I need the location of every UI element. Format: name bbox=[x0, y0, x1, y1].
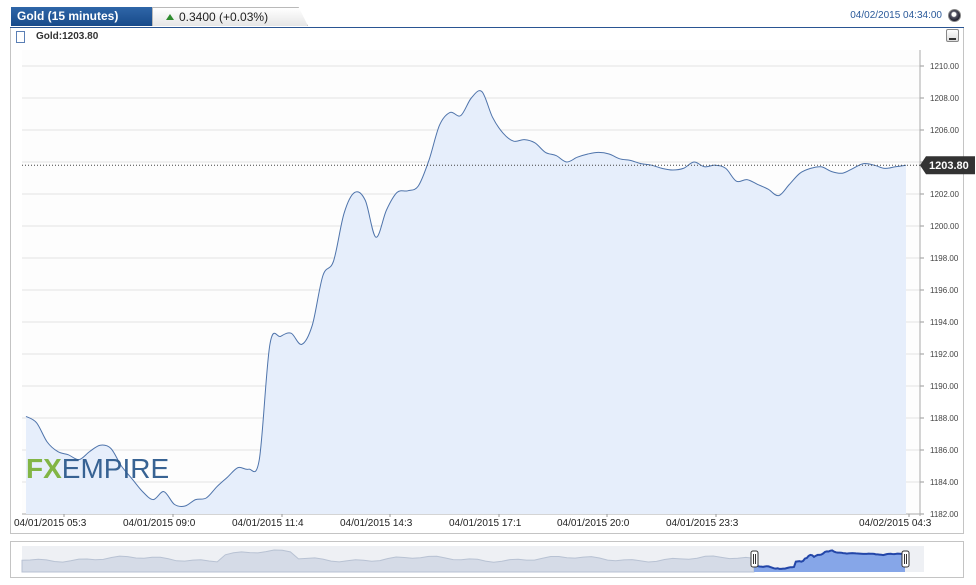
navigator-left-handle[interactable] bbox=[750, 550, 759, 568]
navigator-right-handle[interactable] bbox=[901, 550, 910, 568]
navigator[interactable] bbox=[0, 0, 976, 585]
gold-chart-widget: Gold (15 minutes) 0.3400 (+0.03%) 04/02/… bbox=[0, 0, 976, 585]
